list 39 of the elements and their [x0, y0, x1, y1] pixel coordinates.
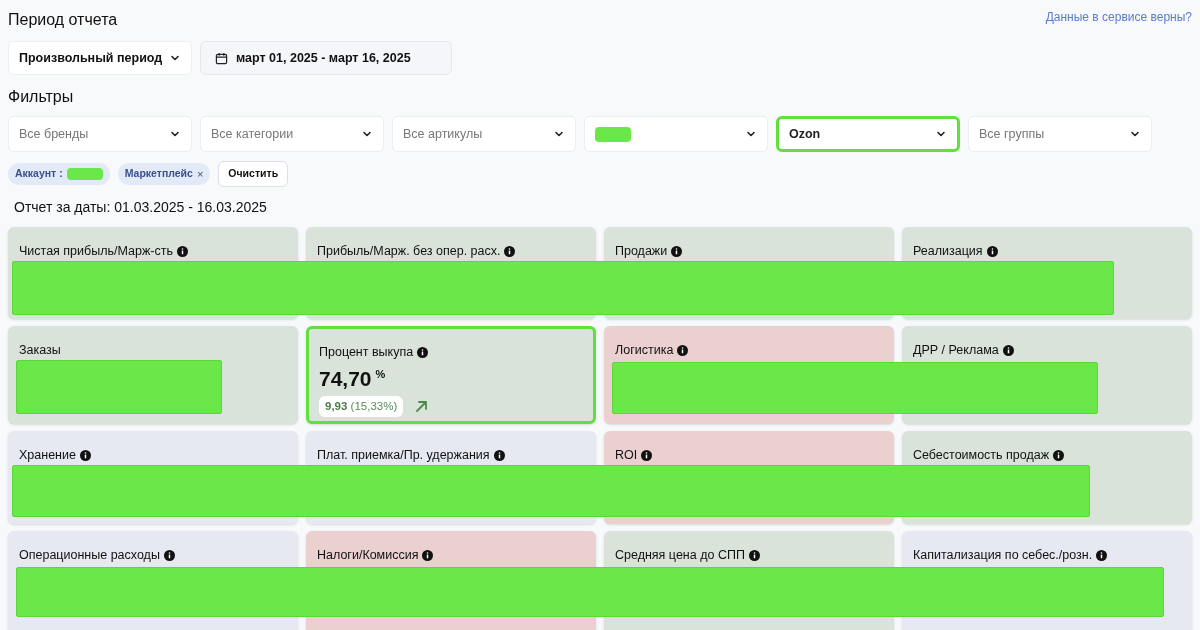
chip-label: Аккаунт : — [15, 166, 63, 182]
period-dropdown[interactable]: Произвольный период — [8, 41, 192, 75]
card-title: Средняя цена до СПП — [615, 547, 745, 564]
card-title: Прибыль/Марж. без опер. расх. — [317, 243, 501, 260]
card-title: Операционные расходы — [19, 547, 160, 564]
data-check-link[interactable]: Данные в сервисе верны? — [1045, 8, 1192, 26]
card-title: Продажи — [615, 243, 668, 260]
filter-dropdown[interactable] — [584, 116, 768, 152]
section-heading: Фильтры — [8, 87, 75, 107]
card-title: Капитализация по себес./розн. — [913, 547, 1093, 564]
card-title: Хранение — [19, 447, 76, 464]
remove-chip-button[interactable]: × — [196, 165, 204, 183]
card-title: ДРР / Реклама — [913, 342, 999, 359]
card-title: ROI — [615, 447, 638, 464]
card-title: Логистика — [615, 342, 674, 359]
chip-label: Маркетплейс — [124, 166, 193, 182]
redaction-block — [66, 168, 103, 180]
card-title: Заказы — [19, 342, 61, 359]
calendar-icon — [215, 51, 228, 65]
card-title: Чистая прибыль/Марж-сть — [19, 243, 173, 260]
filter-dropdown[interactable]: Все бренды — [8, 116, 192, 152]
date-range-field[interactable]: март 01, 2025 - март 16, 2025 — [200, 41, 452, 75]
redaction-block — [595, 126, 631, 142]
card-title: Налоги/Комиссия — [317, 547, 419, 564]
card-title: Процент выкупа — [319, 344, 414, 361]
filter-dropdown[interactable]: Все группы — [968, 116, 1152, 152]
filter-dropdown[interactable]: Все категории — [200, 116, 384, 152]
date-range-value: март 01, 2025 - март 16, 2025 — [236, 49, 411, 67]
metric-value: 74,70 — [319, 365, 372, 392]
card-title: Себестоимость продаж — [913, 447, 1050, 464]
section-heading: Период отчета — [8, 10, 118, 30]
clear-button[interactable]: Очистить — [218, 161, 289, 187]
report-title: Отчет за даты: 01.03.2025 - 16.03.2025 — [14, 198, 268, 217]
change-badge: 9,93 (15,33%) — [319, 396, 404, 418]
filter-dropdown[interactable]: Ozon — [776, 116, 960, 152]
card-title: Реализация — [913, 243, 983, 260]
unit-label: % — [375, 366, 386, 382]
card-title: Плат. приемка/Пр. удержания — [317, 447, 490, 464]
filter-dropdown[interactable]: Все артикулы — [392, 116, 576, 152]
